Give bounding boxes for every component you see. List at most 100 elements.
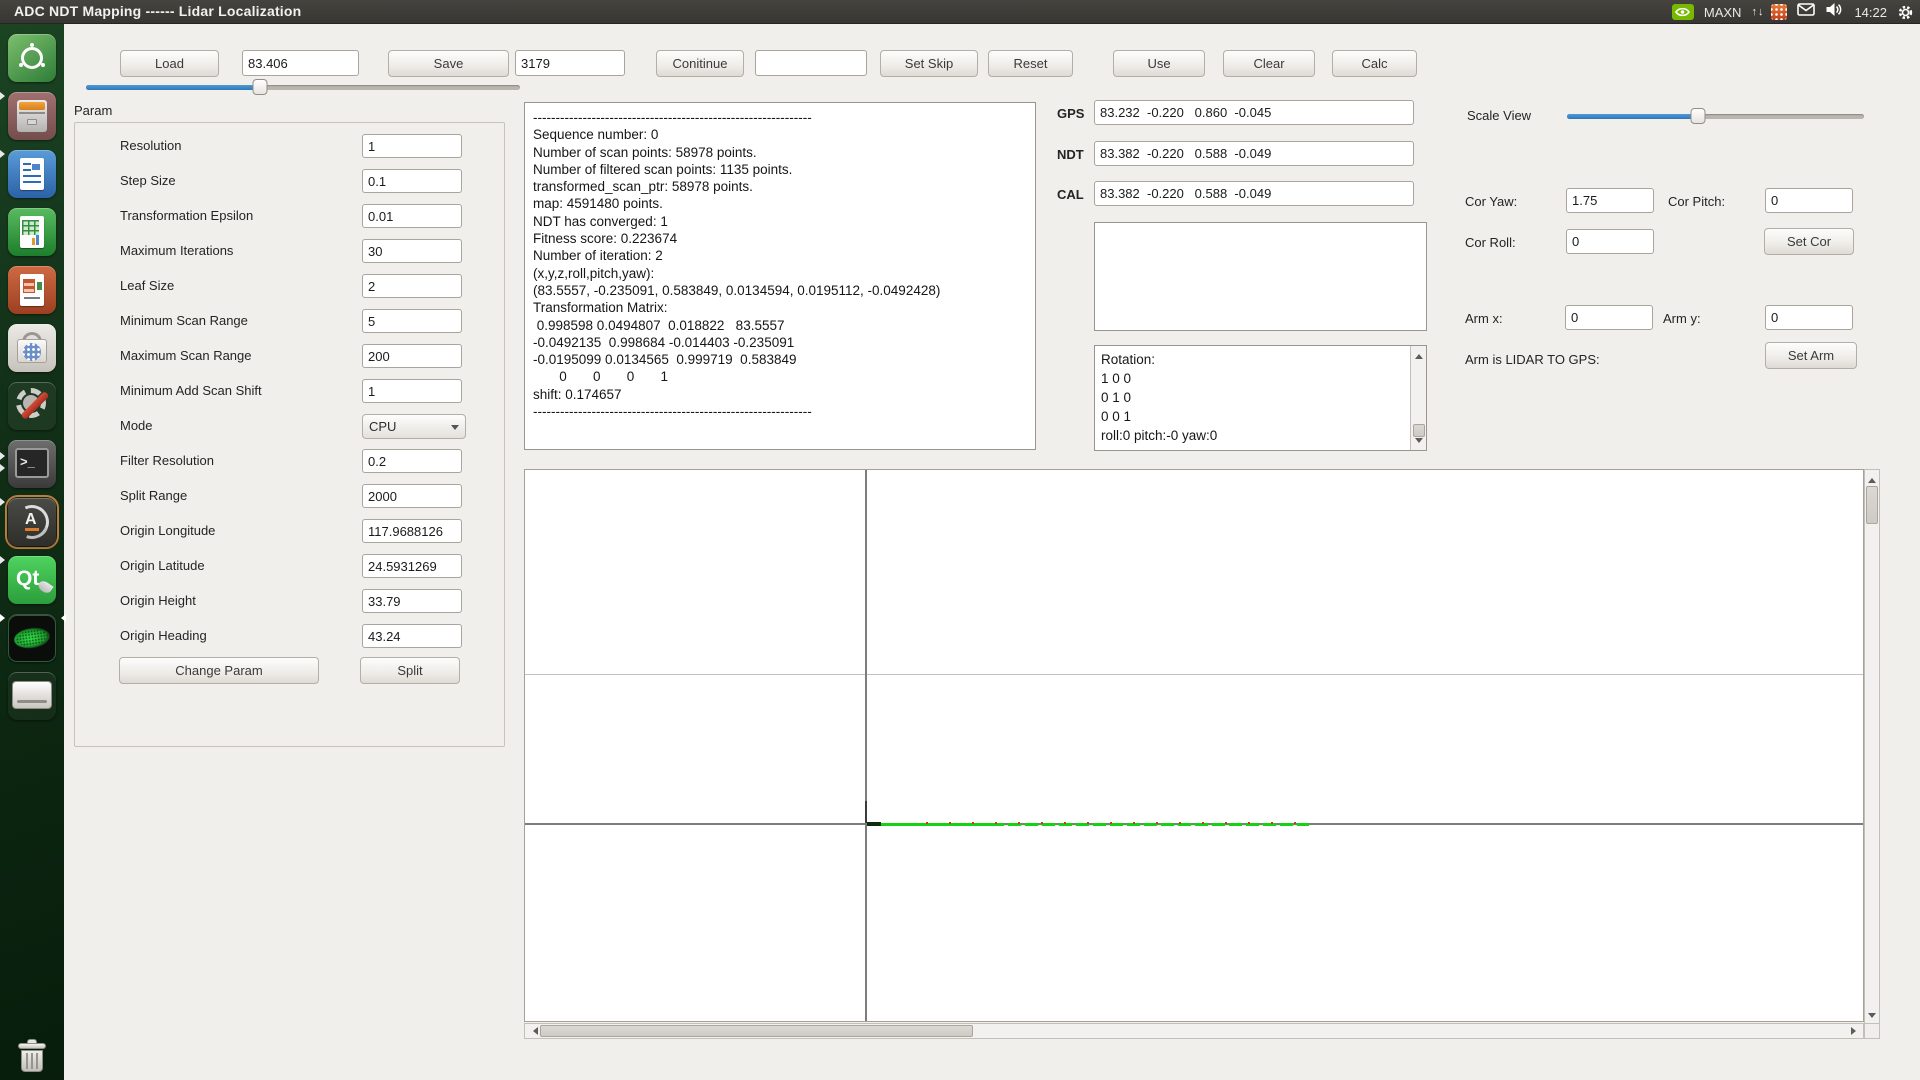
volume-icon[interactable] [1825,2,1844,22]
param-group-label: Param [74,103,112,118]
skip-value-field[interactable] [755,50,867,76]
param-field-minimum-add-scan-shift[interactable] [362,379,462,403]
log-output[interactable]: ----------------------------------------… [524,102,1036,450]
plot-divider [525,674,1863,675]
trajectory-start-segment [867,822,881,826]
input-method-icon[interactable] [1771,4,1787,20]
arm-x-field[interactable] [1565,305,1653,330]
aux-view-box[interactable] [1094,222,1427,331]
load-value-field[interactable] [242,50,359,76]
cal-field[interactable] [1094,181,1414,206]
set-skip-button[interactable]: Set Skip [880,50,978,77]
plot-canvas[interactable] [524,469,1864,1022]
gps-field[interactable] [1094,100,1414,125]
cor-roll-label: Cor Roll: [1465,235,1516,250]
dock-item-terminal[interactable]: >_ [8,440,56,488]
dock-item-settings[interactable] [8,382,56,430]
dock-item-qtcreator[interactable]: Qt [8,556,56,604]
desktop: ADC NDT Mapping ------ Lidar Localizatio… [0,0,1920,1080]
scale-view-slider-handle[interactable] [1690,108,1705,124]
log-text: ----------------------------------------… [533,109,1027,420]
clear-button[interactable]: Clear [1223,50,1315,77]
dock-item-trash[interactable] [8,1035,56,1079]
rotation-scrollbar[interactable] [1410,346,1426,450]
dock-item-dash[interactable] [8,34,56,82]
rotation-text: Rotation: 1 0 0 0 1 0 0 0 1 roll:0 pitch… [1095,346,1426,449]
param-field-maximum-iterations[interactable] [362,239,462,263]
cor-roll-field[interactable] [1566,229,1654,254]
dock-item-lidar-app[interactable] [8,614,56,662]
use-button[interactable]: Use [1113,50,1205,77]
param-field-resolution[interactable] [362,134,462,158]
dock-item-updater[interactable]: A [8,498,56,546]
dock-item-files[interactable] [8,92,56,140]
plot-vscrollbar[interactable] [1864,469,1880,1024]
arm-note: Arm is LIDAR TO GPS: [1465,352,1600,367]
param-field-origin-longitude[interactable] [362,519,462,543]
param-field-origin-latitude[interactable] [362,554,462,578]
mail-icon[interactable] [1797,3,1815,21]
gpu-mode-label: MAXN [1704,5,1742,20]
rotation-scrollbar-thumb[interactable] [1413,424,1425,437]
arm-x-label: Arm x: [1465,311,1503,326]
set-arm-button[interactable]: Set Arm [1765,342,1857,369]
session-gear-icon[interactable] [1897,4,1914,21]
network-arrows-icon[interactable]: ↑↓ [1751,0,1761,24]
param-label-origin-height: Origin Height [120,593,196,608]
load-button[interactable]: Load [120,50,219,77]
calc-button[interactable]: Calc [1332,50,1417,77]
continue-button[interactable]: Conitinue [656,50,744,77]
dock-item-drive[interactable] [8,672,56,720]
scale-view-label: Scale View [1467,108,1531,123]
param-field-leaf-size[interactable] [362,274,462,298]
cor-yaw-field[interactable] [1566,188,1654,213]
plot-hscrollbar-thumb[interactable] [540,1025,973,1037]
scale-view-slider-fill [1567,114,1698,119]
crosshair-vertical-dark-segment [865,801,867,824]
param-label-transformation-epsilon: Transformation Epsilon [120,208,253,223]
arm-y-field[interactable] [1765,305,1853,330]
scale-view-slider[interactable] [1567,114,1864,119]
param-field-split-range[interactable] [362,484,462,508]
param-field-origin-heading[interactable] [362,624,462,648]
chevron-down-icon [451,425,459,434]
param-field-step-size[interactable] [362,169,462,193]
rotation-box[interactable]: Rotation: 1 0 0 0 1 0 0 0 1 roll:0 pitch… [1094,345,1427,451]
clock[interactable]: 14:22 [1854,5,1887,20]
param-label-origin-heading: Origin Heading [120,628,207,643]
mode-select[interactable]: CPU [362,414,466,439]
plot-vscrollbar-thumb[interactable] [1866,486,1878,524]
split-button[interactable]: Split [360,657,460,684]
top-panel: ADC NDT Mapping ------ Lidar Localizatio… [0,0,1920,24]
ndt-field[interactable] [1094,141,1414,166]
param-field-origin-height[interactable] [362,589,462,613]
param-label-origin-longitude: Origin Longitude [120,523,215,538]
param-field-filter-resolution[interactable] [362,449,462,473]
param-label-origin-latitude: Origin Latitude [120,558,205,573]
change-param-button[interactable]: Change Param [119,657,319,684]
window-title: ADC NDT Mapping ------ Lidar Localizatio… [14,3,301,19]
gps-label: GPS [1057,106,1084,121]
qt-label: Qt [16,567,39,591]
param-field-transformation-epsilon[interactable] [362,204,462,228]
plot-hscrollbar[interactable] [524,1023,1864,1039]
cor-yaw-label: Cor Yaw: [1465,194,1517,209]
scrollbar-corner [1864,1023,1880,1039]
param-field-maximum-scan-range[interactable] [362,344,462,368]
playback-slider-handle[interactable] [252,79,267,95]
terminal-glyph: >_ [20,454,35,469]
save-value-field[interactable] [515,50,625,76]
reset-button[interactable]: Reset [988,50,1073,77]
nvidia-icon[interactable] [1672,4,1694,20]
playback-slider[interactable] [86,85,520,90]
dock-item-impress[interactable] [8,266,56,314]
cor-pitch-field[interactable] [1765,188,1853,213]
dock-item-software[interactable] [8,324,56,372]
param-field-minimum-scan-range[interactable] [362,309,462,333]
dock-item-calc[interactable] [8,208,56,256]
param-label-step-size: Step Size [120,173,176,188]
param-label-split-range: Split Range [120,488,187,503]
save-button[interactable]: Save [388,50,509,77]
set-cor-button[interactable]: Set Cor [1764,228,1854,255]
dock-item-writer[interactable] [8,150,56,198]
